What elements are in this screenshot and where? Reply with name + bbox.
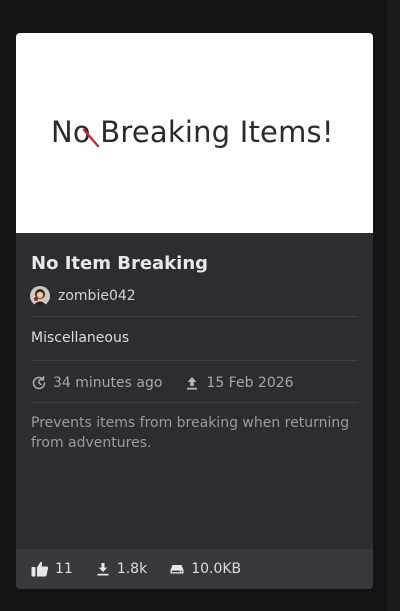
- hard-drive-icon: [170, 565, 184, 574]
- downloads-stat[interactable]: 1.8k: [95, 561, 147, 577]
- file-size: 10.0KB: [191, 561, 242, 577]
- file-size-stat: 10.0KB: [169, 561, 241, 577]
- thumbs-up-icon: [31, 561, 49, 577]
- upload-date: 15 Feb 2026: [184, 375, 294, 391]
- mod-category[interactable]: Miscellaneous: [31, 330, 129, 346]
- endorsements-stat[interactable]: 11: [31, 561, 73, 577]
- endorsements-count: 11: [55, 561, 73, 577]
- updated-time: 34 minutes ago: [31, 375, 162, 391]
- divider: [31, 402, 358, 403]
- author-name[interactable]: zombie042: [58, 288, 136, 304]
- mod-description: Prevents items from breaking when return…: [31, 415, 350, 451]
- upload-icon: [187, 377, 198, 390]
- thumbnail-strike-mark: [82, 128, 100, 148]
- page-scroll-edge: [387, 0, 400, 611]
- mod-card[interactable]: No Breaking Items! No Item Breaking zomb…: [16, 33, 373, 589]
- mod-dates-row: 34 minutes ago 15 Feb 2026: [31, 372, 294, 394]
- divider: [31, 316, 358, 317]
- mod-title[interactable]: No Item Breaking: [31, 253, 208, 274]
- refresh-clock-icon: [32, 376, 46, 390]
- author-avatar[interactable]: [30, 286, 50, 306]
- divider: [31, 360, 358, 361]
- downloads-count: 1.8k: [116, 561, 148, 577]
- updated-time-text: 34 minutes ago: [53, 375, 163, 391]
- upload-date-text: 15 Feb 2026: [206, 375, 294, 391]
- download-icon: [97, 563, 109, 576]
- mod-stats-bar: 11 1.8k 10.0KB: [16, 549, 373, 589]
- author-row[interactable]: zombie042: [30, 285, 136, 307]
- mod-thumbnail[interactable]: No Breaking Items!: [16, 33, 373, 233]
